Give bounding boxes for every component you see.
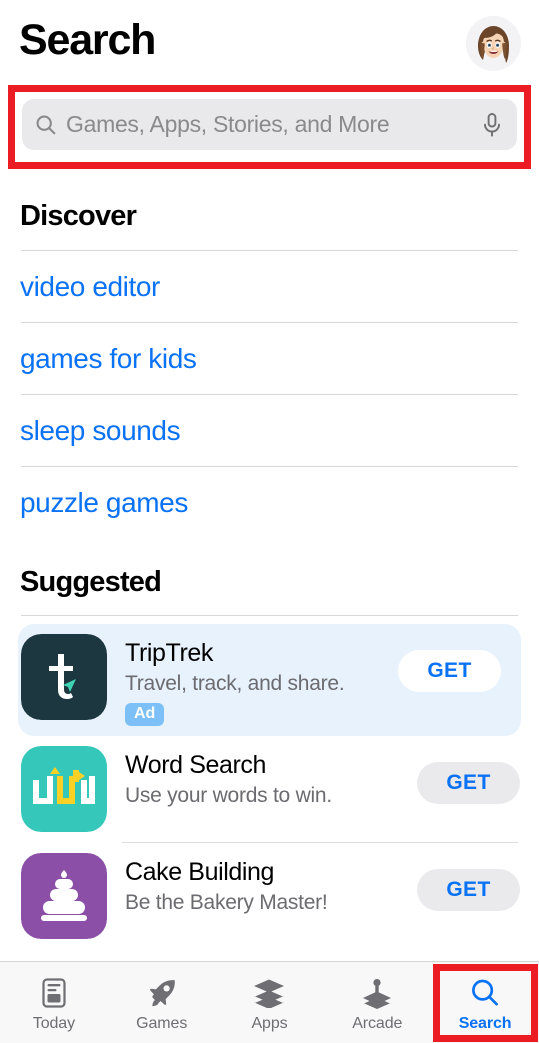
tab-label: Games [136,1015,188,1032]
app-name: TripTrek [125,639,213,667]
tab-bar: Today Games Apps Arcade Search [0,961,539,1043]
tab-label: Search [458,1015,512,1032]
triptrek-app-icon [21,634,107,720]
tab-label: Today [32,1015,75,1032]
discover-item-label: games for kids [20,342,197,374]
discover-section-title: Discover [20,200,137,232]
discover-item-label: video editor [20,270,160,302]
app-subtitle: Travel, track, and share. [125,671,345,695]
suggested-section-title: Suggested [20,566,162,598]
tab-search[interactable]: Search [431,962,539,1043]
tab-label: Arcade [352,1015,403,1032]
tab-games[interactable]: Games [108,962,216,1043]
app-name: Word Search [125,750,267,779]
discover-item-label: puzzle games [20,486,188,518]
tab-arcade[interactable]: Arcade [323,962,431,1043]
stacked-layers-icon [252,976,286,1010]
search-input-placeholder: Games, Apps, Stories, and More [66,111,390,137]
list-item[interactable]: Cake Building Be the Bakery Master! GET [0,843,539,949]
today-document-icon [39,976,69,1010]
get-button[interactable]: GET [417,868,520,911]
magnifier-icon [469,976,501,1010]
microphone-icon[interactable] [481,112,503,138]
joystick-icon [360,976,394,1010]
wordsearch-app-icon [21,745,107,832]
discover-item-puzzle-games[interactable]: puzzle games [0,467,539,538]
app-text: Cake Building Be the Bakery Master! [107,853,417,915]
app-name: Cake Building [125,857,275,886]
app-store-screen: Search Games, Apps, Stories, and More Di… [0,0,539,1043]
tab-label: Apps [251,1015,288,1032]
suggested-app-list: TripTrek Travel, track, and share. Ad GE… [0,616,539,949]
page-title: Search [19,16,156,64]
list-item[interactable]: TripTrek Travel, track, and share. Ad GE… [18,624,521,736]
tab-today[interactable]: Today [0,962,108,1043]
app-subtitle: Use your words to win. [125,783,332,807]
discover-item-sleep-sounds[interactable]: sleep sounds [0,395,539,466]
discover-item-video-editor[interactable]: video editor [0,251,539,322]
ad-badge: Ad [125,702,165,726]
get-button[interactable]: GET [398,650,501,692]
header: Search [0,0,539,85]
app-text: Word Search Use your words to win. [107,746,417,808]
get-button[interactable]: GET [417,761,520,804]
search-icon [34,113,58,137]
search-input[interactable]: Games, Apps, Stories, and More [22,99,517,150]
list-item[interactable]: Word Search Use your words to win. GET [0,736,539,842]
avatar[interactable] [466,16,521,71]
rocket-icon [146,976,178,1010]
tab-apps[interactable]: Apps [216,962,324,1043]
app-text: TripTrek Travel, track, and share. Ad [107,634,398,726]
discover-item-label: sleep sounds [20,414,181,446]
search-bar-region: Games, Apps, Stories, and More [0,85,539,175]
app-subtitle: Be the Bakery Master! [125,890,328,914]
cakebuilding-app-icon [21,852,107,939]
discover-item-games-for-kids[interactable]: games for kids [0,323,539,394]
scroll-content: Discover video editor games for kids sle… [0,175,539,961]
